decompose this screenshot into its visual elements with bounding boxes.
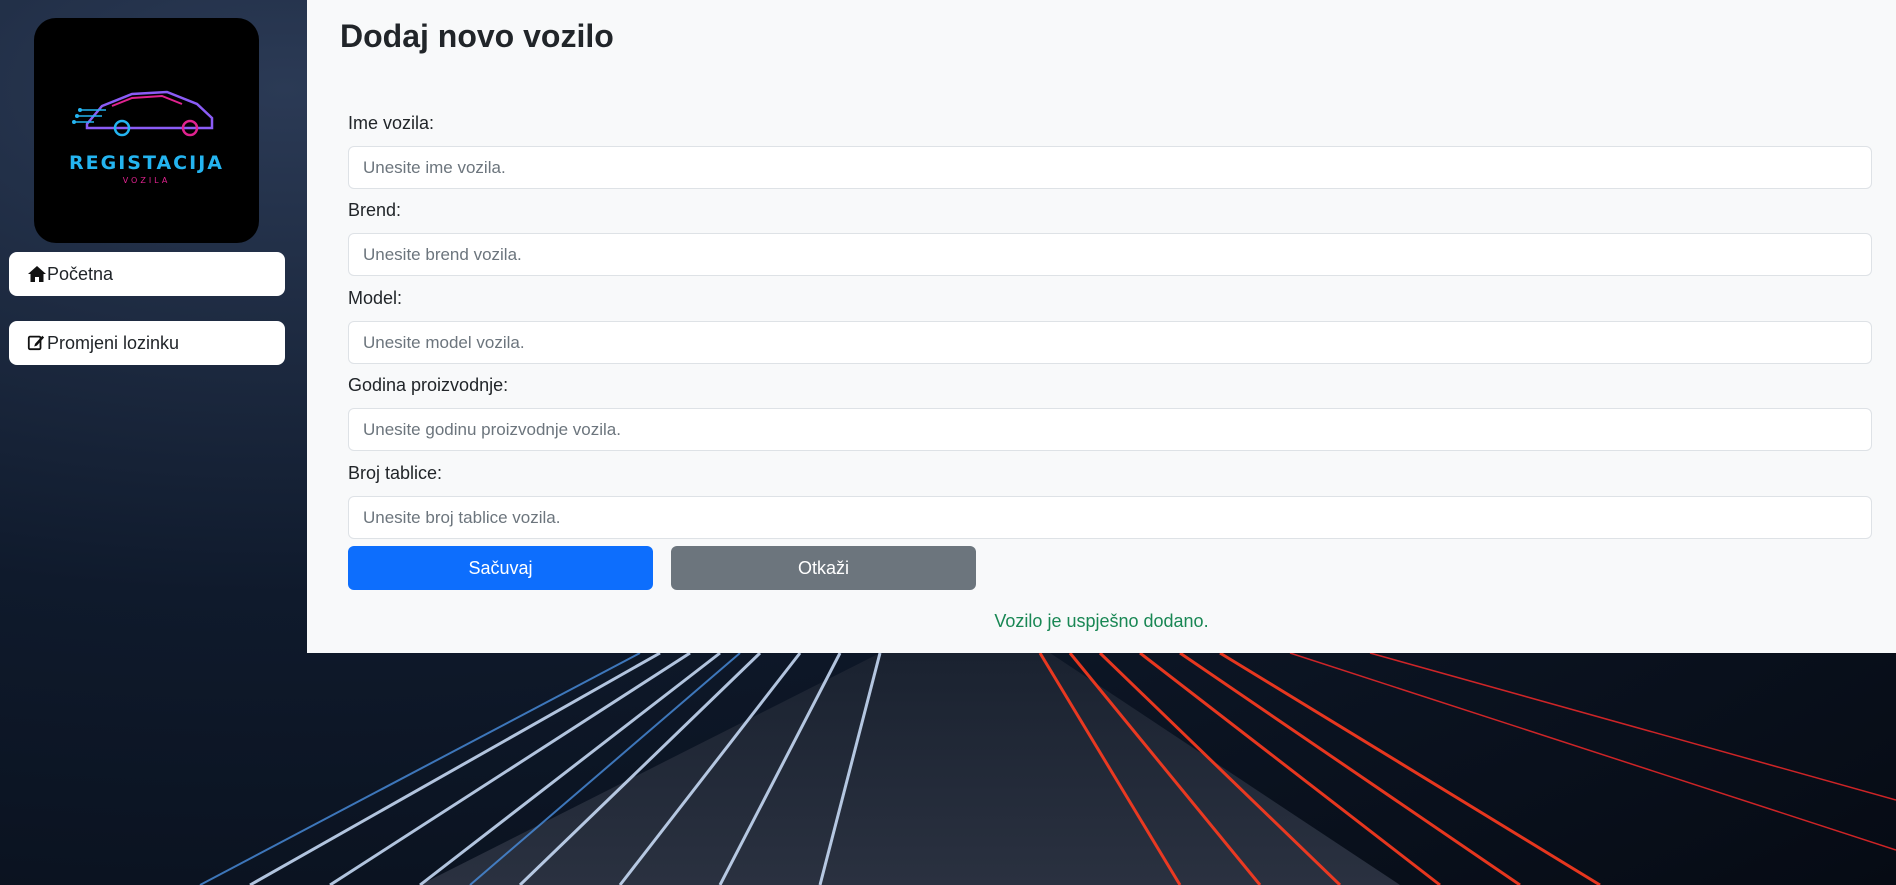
production-year-label: Godina proizvodnje: bbox=[348, 375, 509, 395]
sidebar-item-change-password[interactable]: Promjeni lozinku bbox=[9, 321, 285, 365]
brand-input[interactable] bbox=[348, 233, 1872, 276]
save-button[interactable]: Sačuvaj bbox=[348, 546, 653, 590]
sidebar-item-label: Početna bbox=[47, 263, 114, 284]
vehicle-name-label: Ime vozila: bbox=[348, 113, 435, 133]
cancel-button[interactable]: Otkaži bbox=[671, 546, 976, 590]
sidebar-item-label: Promjeni lozinku bbox=[47, 332, 180, 353]
sidebar-item-home[interactable]: Početna bbox=[9, 252, 285, 296]
car-circuit-logo-icon bbox=[71, 90, 213, 137]
logo-title: REGISTACIJA bbox=[69, 152, 224, 174]
plate-number-input[interactable] bbox=[348, 496, 1872, 539]
model-input[interactable] bbox=[348, 321, 1872, 364]
model-label: Model: bbox=[348, 288, 403, 308]
production-year-input[interactable] bbox=[348, 408, 1872, 451]
sidebar: REGISTACIJA VOZILA Početna Promjeni lozi… bbox=[0, 0, 306, 885]
plate-number-label: Broj tablice: bbox=[348, 463, 443, 483]
add-vehicle-panel: Dodaj novo vozilo Ime vozila: Brend: Mod… bbox=[307, 0, 1896, 653]
success-message: Vozilo je uspješno dodano. bbox=[994, 611, 1209, 631]
edit-icon bbox=[27, 333, 47, 353]
home-icon bbox=[27, 264, 47, 284]
app-logo: REGISTACIJA VOZILA bbox=[34, 18, 259, 243]
logo-subtitle: VOZILA bbox=[122, 176, 171, 185]
brand-label: Brend: bbox=[348, 200, 402, 220]
page-title: Dodaj novo vozilo bbox=[340, 18, 614, 54]
vehicle-name-input[interactable] bbox=[348, 146, 1872, 189]
